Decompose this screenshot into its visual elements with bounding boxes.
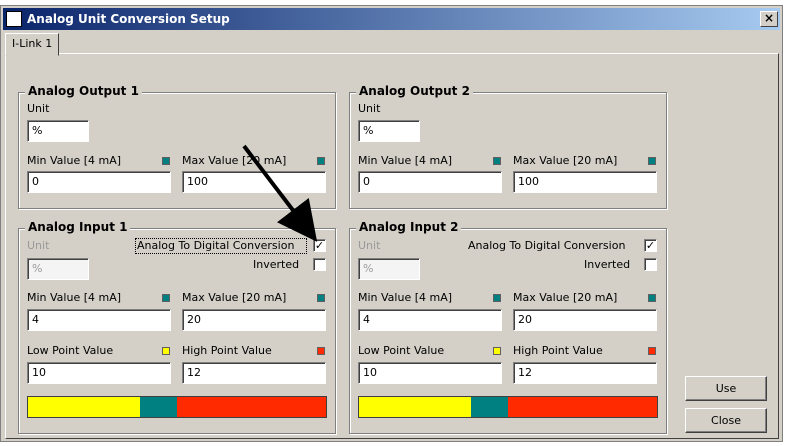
max-value-label: Max Value [20 mA] bbox=[513, 291, 618, 304]
unit-field[interactable]: % bbox=[358, 120, 420, 142]
max-value-field[interactable]: 20 bbox=[182, 309, 326, 331]
low-point-label: Low Point Value bbox=[27, 344, 114, 357]
inverted-checkbox[interactable] bbox=[644, 258, 657, 271]
high-point-field[interactable]: 12 bbox=[513, 362, 657, 384]
high-led-icon bbox=[317, 347, 325, 355]
min-led-icon bbox=[162, 157, 170, 165]
inverted-label[interactable]: Inverted bbox=[253, 258, 299, 271]
unit-label: Unit bbox=[358, 239, 381, 252]
range-low-segment bbox=[28, 397, 140, 417]
group-title: Analog Input 1 bbox=[25, 220, 131, 234]
max-led-icon bbox=[648, 294, 656, 302]
range-bar bbox=[27, 396, 327, 418]
unit-field[interactable]: % bbox=[27, 120, 89, 142]
max-value-field[interactable]: 20 bbox=[513, 309, 657, 331]
high-point-label: High Point Value bbox=[182, 344, 272, 357]
min-value-field[interactable]: 0 bbox=[358, 171, 502, 193]
range-low-segment bbox=[359, 397, 471, 417]
low-point-field[interactable]: 10 bbox=[27, 362, 171, 384]
a2d-conversion-checkbox[interactable]: ✓ bbox=[644, 239, 657, 252]
high-point-label: High Point Value bbox=[513, 344, 603, 357]
max-led-icon bbox=[317, 157, 325, 165]
analog-input-2-group: Analog Input 2 Unit % Analog To Digital … bbox=[349, 220, 667, 434]
unit-label: Unit bbox=[27, 239, 50, 252]
max-led-icon bbox=[317, 294, 325, 302]
high-point-field[interactable]: 12 bbox=[182, 362, 326, 384]
max-led-icon bbox=[648, 157, 656, 165]
max-value-field[interactable]: 100 bbox=[182, 171, 326, 193]
low-point-field[interactable]: 10 bbox=[358, 362, 502, 384]
min-led-icon bbox=[493, 157, 501, 165]
a2d-conversion-checkbox[interactable]: ✓ bbox=[313, 239, 326, 252]
group-title: Analog Input 2 bbox=[356, 220, 462, 234]
app-icon bbox=[6, 11, 22, 27]
title-bar[interactable]: Analog Unit Conversion Setup × bbox=[3, 8, 780, 30]
use-button[interactable]: Use bbox=[685, 376, 767, 401]
min-value-field[interactable]: 4 bbox=[358, 309, 502, 331]
range-high-segment bbox=[508, 397, 657, 417]
range-high-segment bbox=[177, 397, 326, 417]
group-title: Analog Output 1 bbox=[25, 84, 142, 98]
max-value-label: Max Value [20 mA] bbox=[513, 154, 618, 167]
low-led-icon bbox=[493, 347, 501, 355]
unit-field: % bbox=[358, 258, 420, 280]
max-value-label: Max Value [20 mA] bbox=[182, 154, 287, 167]
a2d-conversion-label[interactable]: Analog To Digital Conversion bbox=[468, 239, 625, 252]
low-led-icon bbox=[162, 347, 170, 355]
close-window-button[interactable]: × bbox=[760, 11, 778, 27]
min-value-label: Min Value [4 mA] bbox=[358, 291, 453, 304]
unit-label: Unit bbox=[358, 102, 381, 115]
group-title: Analog Output 2 bbox=[356, 84, 473, 98]
min-led-icon bbox=[162, 294, 170, 302]
min-value-field[interactable]: 4 bbox=[27, 309, 171, 331]
range-bar bbox=[358, 396, 658, 418]
min-led-icon bbox=[493, 294, 501, 302]
inverted-checkbox[interactable] bbox=[313, 258, 326, 271]
tab-ilink-1[interactable]: I-Link 1 bbox=[5, 33, 60, 56]
window-title: Analog Unit Conversion Setup bbox=[27, 12, 230, 26]
min-value-label: Min Value [4 mA] bbox=[358, 154, 453, 167]
unit-label: Unit bbox=[27, 102, 50, 115]
range-mid-segment bbox=[470, 397, 508, 417]
min-value-label: Min Value [4 mA] bbox=[27, 154, 122, 167]
inverted-label[interactable]: Inverted bbox=[584, 258, 630, 271]
high-led-icon bbox=[648, 347, 656, 355]
a2d-conversion-label[interactable]: Analog To Digital Conversion bbox=[137, 239, 294, 252]
dialog-window: Analog Unit Conversion Setup × I-Link 1 … bbox=[0, 5, 783, 442]
unit-field: % bbox=[27, 258, 89, 280]
low-point-label: Low Point Value bbox=[358, 344, 445, 357]
min-value-label: Min Value [4 mA] bbox=[27, 291, 122, 304]
range-mid-segment bbox=[139, 397, 177, 417]
analog-output-2-group: Analog Output 2 Unit % Min Value [4 mA] … bbox=[349, 84, 667, 209]
analog-output-1-group: Analog Output 1 Unit % Min Value [4 mA] … bbox=[18, 84, 336, 209]
min-value-field[interactable]: 0 bbox=[27, 171, 171, 193]
close-button[interactable]: Close bbox=[685, 408, 767, 433]
tab-panel: Analog Output 1 Unit % Min Value [4 mA] … bbox=[5, 53, 779, 439]
analog-input-1-group: Analog Input 1 Unit % Analog To Digital … bbox=[18, 220, 336, 434]
max-value-label: Max Value [20 mA] bbox=[182, 291, 287, 304]
max-value-field[interactable]: 100 bbox=[513, 171, 657, 193]
